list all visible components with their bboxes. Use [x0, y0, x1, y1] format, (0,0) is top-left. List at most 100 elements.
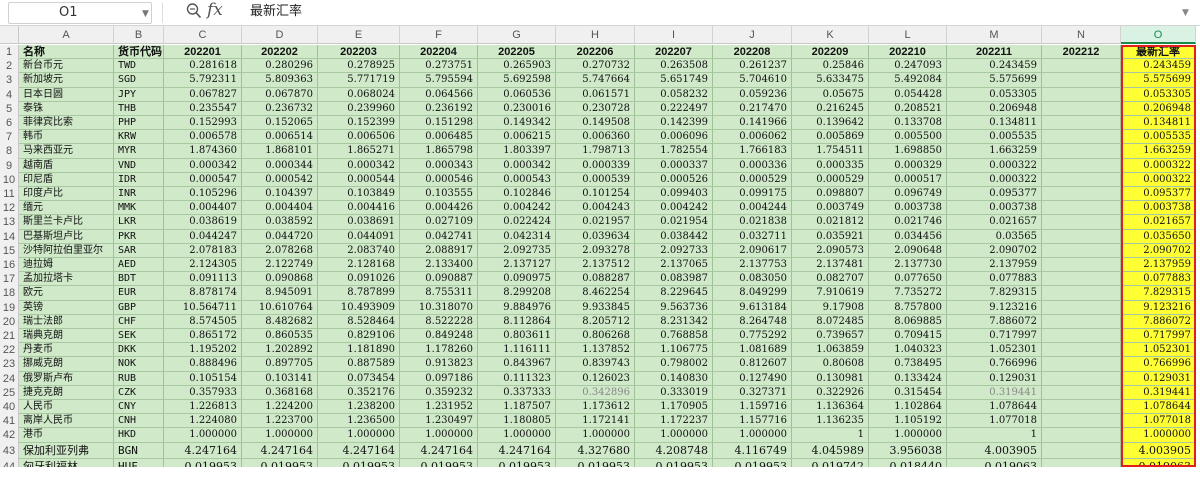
rate-cell[interactable]: 0.054428 [869, 87, 947, 102]
rate-cell[interactable]: 0.152993 [164, 116, 242, 131]
rate-cell[interactable]: 0.236732 [242, 101, 318, 116]
rate-cell[interactable]: 1.238200 [318, 400, 400, 415]
currency-name-cell[interactable]: 欧元 [19, 286, 114, 301]
row-header[interactable]: 20 [0, 314, 19, 329]
rate-cell[interactable]: 0.217470 [713, 101, 792, 116]
rate-cell[interactable]: 0.000336 [713, 158, 792, 173]
rate-cell[interactable]: 1.187507 [478, 400, 556, 415]
latest-rate-cell[interactable]: 1.000000 [1121, 428, 1196, 443]
currency-code-cell[interactable]: NOK [114, 357, 164, 372]
rate-cell[interactable]: 8.878174 [164, 286, 242, 301]
rate-cell[interactable]: 0.152065 [242, 116, 318, 131]
rate-cell[interactable]: 0.035921 [792, 229, 869, 244]
rate-cell[interactable]: 0.006062 [713, 130, 792, 145]
rate-cell[interactable]: 0.843967 [478, 357, 556, 372]
header-cell[interactable]: 202201 [164, 45, 242, 60]
row-header[interactable]: 5 [0, 101, 19, 116]
rate-cell[interactable]: 0.829106 [318, 329, 400, 344]
currency-name-cell[interactable]: 离岸人民币 [19, 414, 114, 429]
row-header[interactable]: 40 [0, 400, 19, 415]
rate-cell[interactable]: 8.049299 [713, 286, 792, 301]
rate-cell[interactable]: 9.613184 [713, 300, 792, 315]
rate-cell[interactable]: 10.564711 [164, 300, 242, 315]
rate-cell[interactable]: 0.368168 [242, 385, 318, 400]
column-header-i[interactable]: I [635, 26, 713, 44]
rate-cell[interactable]: 0.083050 [713, 272, 792, 287]
latest-rate-cell[interactable]: 1.052301 [1121, 343, 1196, 358]
rate-cell[interactable]: 0.129031 [947, 371, 1042, 386]
rate-cell[interactable]: 7.829315 [947, 286, 1042, 301]
rate-cell[interactable]: 0.322926 [792, 385, 869, 400]
rate-cell[interactable] [1042, 329, 1121, 344]
rate-cell[interactable]: 0.270732 [556, 59, 635, 74]
rate-cell[interactable]: 10.610764 [242, 300, 318, 315]
currency-code-cell[interactable]: JPY [114, 87, 164, 102]
rate-cell[interactable]: 8.072485 [792, 314, 869, 329]
rate-cell[interactable]: 0.133708 [869, 116, 947, 131]
rate-cell[interactable]: 0.021657 [947, 215, 1042, 230]
rate-cell[interactable]: 1.102864 [869, 400, 947, 415]
latest-rate-cell[interactable]: 0.021657 [1121, 215, 1196, 230]
rate-cell[interactable]: 0.038592 [242, 215, 318, 230]
rate-cell[interactable]: 0.739657 [792, 329, 869, 344]
latest-rate-cell[interactable]: 0.053305 [1121, 87, 1196, 102]
currency-code-cell[interactable]: SGD [114, 73, 164, 88]
rate-cell[interactable]: 1.078644 [947, 400, 1042, 415]
rate-cell[interactable]: 0.000543 [478, 172, 556, 187]
currency-code-cell[interactable]: PKR [114, 229, 164, 244]
rate-cell[interactable]: 9.17908 [792, 300, 869, 315]
rate-cell[interactable]: 0.005500 [869, 130, 947, 145]
rate-cell[interactable]: 0.058232 [635, 87, 713, 102]
column-header-g[interactable]: G [478, 26, 556, 44]
rate-cell[interactable]: 0.042314 [478, 229, 556, 244]
currency-code-cell[interactable]: MMK [114, 201, 164, 216]
rate-cell[interactable]: 0.003749 [792, 201, 869, 216]
rate-cell[interactable]: 1 [792, 428, 869, 443]
rate-cell[interactable]: 1.236500 [318, 414, 400, 429]
rate-cell[interactable]: 0.103849 [318, 187, 400, 202]
zoom-icon[interactable] [186, 2, 202, 24]
currency-name-cell[interactable]: 斯里兰卡卢比 [19, 215, 114, 230]
latest-rate-cell[interactable]: 0.129031 [1121, 371, 1196, 386]
rate-cell[interactable]: 0.208521 [869, 101, 947, 116]
rate-cell[interactable]: 0.006485 [400, 130, 478, 145]
rate-cell[interactable]: 5.704610 [713, 73, 792, 88]
rate-cell[interactable]: 0.216245 [792, 101, 869, 116]
rate-cell[interactable]: 2.092733 [635, 243, 713, 258]
row-header[interactable]: 21 [0, 329, 19, 344]
rate-cell[interactable]: 1.874360 [164, 144, 242, 159]
rate-cell[interactable]: 0.352176 [318, 385, 400, 400]
latest-rate-cell[interactable]: 0.134811 [1121, 116, 1196, 131]
header-cell[interactable]: 202207 [635, 45, 713, 60]
latest-rate-cell[interactable]: 0.003738 [1121, 201, 1196, 216]
fx-icon[interactable]: fx [207, 0, 223, 20]
rate-cell[interactable]: 8.462254 [556, 286, 635, 301]
rate-cell[interactable]: 0.337333 [478, 385, 556, 400]
rate-cell[interactable]: 0.887589 [318, 357, 400, 372]
currency-name-cell[interactable]: 瑞士法郎 [19, 314, 114, 329]
row-header[interactable]: 8 [0, 144, 19, 159]
rate-cell[interactable]: 0.099175 [713, 187, 792, 202]
rate-cell[interactable]: 0.860535 [242, 329, 318, 344]
latest-rate-cell[interactable]: 0.243459 [1121, 59, 1196, 74]
rate-cell[interactable]: 0.006360 [556, 130, 635, 145]
rate-cell[interactable]: 1.105192 [869, 414, 947, 429]
rate-cell[interactable]: 0.000542 [242, 172, 318, 187]
rate-cell[interactable]: 8.231342 [635, 314, 713, 329]
rate-cell[interactable]: 0.099403 [635, 187, 713, 202]
currency-code-cell[interactable]: GBP [114, 300, 164, 315]
header-cell[interactable]: 202211 [947, 45, 1042, 60]
rate-cell[interactable]: 9.884976 [478, 300, 556, 315]
rate-cell[interactable]: 9.563736 [635, 300, 713, 315]
rate-cell[interactable] [1042, 187, 1121, 202]
row-header[interactable]: 10 [0, 172, 19, 187]
rate-cell[interactable]: 2.124305 [164, 258, 242, 273]
rate-cell[interactable]: 10.493909 [318, 300, 400, 315]
row-header[interactable]: 12 [0, 201, 19, 216]
rate-cell[interactable]: 9.123216 [947, 300, 1042, 315]
rate-cell[interactable]: 0.243459 [947, 59, 1042, 74]
latest-rate-cell[interactable]: 1.663259 [1121, 144, 1196, 159]
rate-cell[interactable]: 8.528464 [318, 314, 400, 329]
rate-cell[interactable]: 0.073454 [318, 371, 400, 386]
rate-cell[interactable]: 2.128168 [318, 258, 400, 273]
